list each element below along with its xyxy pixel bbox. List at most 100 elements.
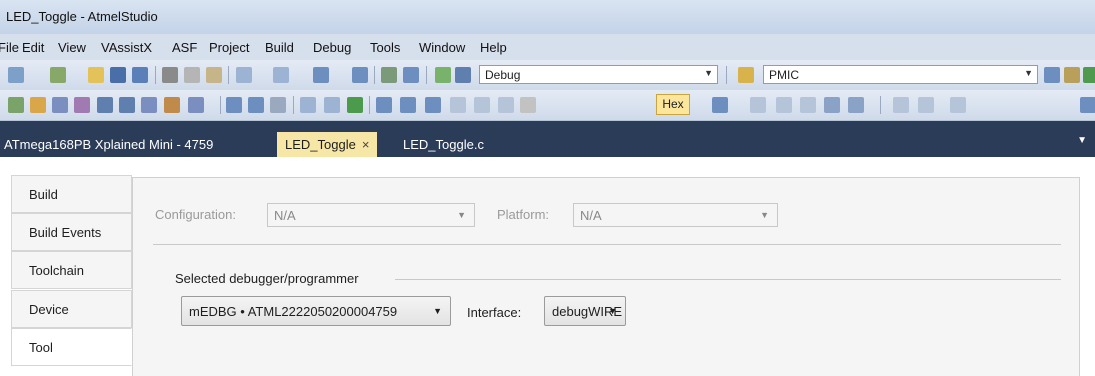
disassembly-icon[interactable] xyxy=(800,97,816,113)
disable-icon[interactable] xyxy=(474,97,490,113)
toolbar-separator xyxy=(880,96,881,114)
stop-icon[interactable] xyxy=(270,97,286,113)
save-icon[interactable] xyxy=(110,67,126,83)
toolbar-separator xyxy=(426,66,427,84)
start-debugging-icon[interactable] xyxy=(435,67,451,83)
template-icon[interactable] xyxy=(74,97,90,113)
menu-asf[interactable]: ASF xyxy=(172,40,197,55)
tab-led-toggle-c[interactable]: LED_Toggle.c xyxy=(403,132,484,157)
processor-icon[interactable] xyxy=(824,97,840,113)
platform-dropdown[interactable]: PMIC ▼ xyxy=(763,65,1038,84)
menu-debug[interactable]: Debug xyxy=(313,40,351,55)
chevron-down-icon: ▼ xyxy=(704,68,713,78)
find-in-files-icon[interactable] xyxy=(738,67,754,83)
open-folder-icon[interactable] xyxy=(88,67,104,83)
chevron-down-icon: ▼ xyxy=(608,306,617,316)
cut-icon[interactable] xyxy=(162,67,178,83)
settings-icon[interactable] xyxy=(52,97,68,113)
menu-vassistx[interactable]: VAssistX xyxy=(101,40,152,55)
menu-help[interactable]: Help xyxy=(480,40,507,55)
breakpoint-icon[interactable] xyxy=(520,97,536,113)
pause-icon[interactable] xyxy=(324,97,340,113)
toolbox-icon[interactable] xyxy=(1064,67,1080,83)
hex-display-button[interactable]: Hex xyxy=(656,94,690,115)
layout-icon[interactable] xyxy=(893,97,909,113)
solution-explorer-icon[interactable] xyxy=(381,67,397,83)
bookmark-icon[interactable] xyxy=(97,97,113,113)
menu-edit[interactable]: Edit xyxy=(22,40,44,55)
divider xyxy=(153,244,1061,245)
show-next-statement-icon[interactable] xyxy=(300,97,316,113)
nav-item-build[interactable]: Build xyxy=(11,175,132,213)
save-all-icon[interactable] xyxy=(132,67,148,83)
step-into-icon[interactable] xyxy=(248,97,264,113)
nav-item-toolchain[interactable]: Toolchain xyxy=(11,251,132,289)
exit-icon[interactable] xyxy=(1083,67,1095,83)
configuration-label: Configuration: xyxy=(155,207,236,222)
interface-label: Interface: xyxy=(467,305,522,320)
tab-label: LED_Toggle xyxy=(285,137,356,152)
paste-icon[interactable] xyxy=(206,67,222,83)
chevron-down-icon[interactable]: ▼ xyxy=(1077,135,1087,146)
print-icon[interactable] xyxy=(950,97,966,113)
reset-icon[interactable] xyxy=(450,97,466,113)
registers-icon[interactable] xyxy=(776,97,792,113)
overflow-icon[interactable] xyxy=(1080,97,1095,113)
find-icon[interactable] xyxy=(403,67,419,83)
configuration-select: N/A ▼ xyxy=(267,203,475,227)
new-project-icon[interactable] xyxy=(8,67,24,83)
toolbar-separator xyxy=(726,66,727,84)
play-icon[interactable] xyxy=(347,97,363,113)
toggle-icon[interactable] xyxy=(498,97,514,113)
toolbar-separator xyxy=(374,66,375,84)
run-to-cursor-icon[interactable] xyxy=(425,97,441,113)
tab-atmega168pb[interactable]: ATmega168PB Xplained Mini - 4759 xyxy=(4,132,213,157)
properties-nav: Build Build Events Toolchain Device Tool xyxy=(11,175,132,376)
tab-led-toggle-project[interactable]: LED_Toggle × xyxy=(277,132,378,157)
configuration-dropdown[interactable]: Debug ▼ xyxy=(479,65,718,84)
next-bookmark-icon[interactable] xyxy=(119,97,135,113)
watch-icon[interactable] xyxy=(750,97,766,113)
spell-check-icon[interactable] xyxy=(164,97,180,113)
menu-project[interactable]: Project xyxy=(209,40,249,55)
divider xyxy=(395,279,1061,280)
undo-icon[interactable] xyxy=(236,67,252,83)
toolbar-separator xyxy=(293,96,294,114)
align-icon[interactable] xyxy=(918,97,934,113)
break-all-icon[interactable] xyxy=(226,97,242,113)
platform-dropdown-value: PMIC xyxy=(769,68,799,82)
navigate-icon[interactable] xyxy=(313,67,329,83)
chevron-down-icon: ▼ xyxy=(433,306,442,316)
menu-file[interactable]: File xyxy=(0,40,19,55)
copy-icon[interactable] xyxy=(184,67,200,83)
close-icon[interactable]: × xyxy=(362,137,370,152)
comment-icon[interactable] xyxy=(141,97,157,113)
memory-window-icon[interactable] xyxy=(712,97,728,113)
nav-item-tool[interactable]: Tool xyxy=(11,328,132,366)
interface-select[interactable]: debugWIRE ▼ xyxy=(544,296,626,326)
debugger-select[interactable]: mEDBG • ATML2222050200004759 ▼ xyxy=(181,296,451,326)
platform-label: Platform: xyxy=(497,207,550,222)
nav-item-build-events[interactable]: Build Events xyxy=(11,213,132,251)
device-programming-icon[interactable] xyxy=(8,97,24,113)
open-file-icon[interactable] xyxy=(30,97,46,113)
step-out-icon[interactable] xyxy=(400,97,416,113)
project-properties-page: Build Build Events Toolchain Device Tool… xyxy=(0,157,1095,376)
nav-item-device[interactable]: Device xyxy=(11,290,132,328)
menu-window[interactable]: Window xyxy=(419,40,465,55)
redo-icon[interactable] xyxy=(273,67,289,83)
menu-view[interactable]: View xyxy=(58,40,86,55)
toolbar-separator xyxy=(155,66,156,84)
debug-toolbar: Hex xyxy=(0,90,1095,121)
document-tab-bar: ATmega168PB Xplained Mini - 4759 LED_Tog… xyxy=(0,121,1095,157)
menu-tools[interactable]: Tools xyxy=(370,40,400,55)
properties-icon[interactable] xyxy=(1044,67,1060,83)
menu-build[interactable]: Build xyxy=(265,40,294,55)
step-over-icon[interactable] xyxy=(376,97,392,113)
window-icon[interactable] xyxy=(352,67,368,83)
add-item-icon[interactable] xyxy=(50,67,66,83)
format-icon[interactable] xyxy=(188,97,204,113)
toolbar-separator xyxy=(220,96,221,114)
io-view-icon[interactable] xyxy=(848,97,864,113)
start-without-debugging-icon[interactable] xyxy=(455,67,471,83)
